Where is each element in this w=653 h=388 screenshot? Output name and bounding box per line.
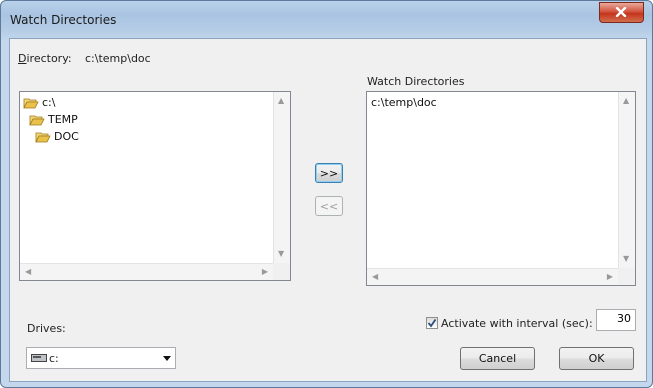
scroll-left-icon[interactable]: ◀ <box>372 273 378 281</box>
add-directory-button[interactable]: >> <box>315 163 343 183</box>
drives-selected-value: c: <box>49 352 59 365</box>
activate-interval-label: Activate with interval (sec): <box>441 317 593 330</box>
activate-interval-checkbox[interactable] <box>426 317 438 329</box>
tree-item-label: DOC <box>54 130 79 143</box>
tree-vertical-scrollbar[interactable]: ▲ ▼ <box>273 92 290 263</box>
tree-item-label: TEMP <box>48 113 78 126</box>
tree-item-root[interactable]: c:\ <box>23 96 55 109</box>
dialog-window: Watch Directories Directory: c:\temp\doc… <box>0 0 653 388</box>
dialog-client-area: Directory: c:\temp\doc c:\ TEMP DOC ▲ ▼ … <box>9 38 647 382</box>
scroll-corner <box>618 268 635 285</box>
list-horizontal-scrollbar[interactable]: ◀ ▶ <box>367 268 618 285</box>
scroll-right-icon[interactable]: ▶ <box>607 273 613 281</box>
directory-tree[interactable]: c:\ TEMP DOC ▲ ▼ ◀ ▶ <box>19 91 291 281</box>
open-folder-icon <box>23 98 39 108</box>
close-button[interactable] <box>599 2 644 23</box>
chevron-down-icon <box>163 356 171 361</box>
drive-icon <box>31 354 47 362</box>
close-icon <box>615 7 627 17</box>
remove-directory-button[interactable]: << <box>315 196 343 216</box>
open-folder-icon <box>35 132 51 142</box>
directory-value: c:\temp\doc <box>85 52 151 65</box>
tree-item-doc[interactable]: DOC <box>35 130 79 143</box>
drives-select[interactable]: c: <box>26 347 176 369</box>
scroll-down-icon[interactable]: ▼ <box>278 250 284 258</box>
ok-button[interactable]: OK <box>559 347 634 370</box>
list-vertical-scrollbar[interactable]: ▲ ▼ <box>618 92 635 268</box>
window-title: Watch Directories <box>10 13 117 27</box>
scroll-up-icon[interactable]: ▲ <box>278 97 284 105</box>
tree-horizontal-scrollbar[interactable]: ◀ ▶ <box>20 263 273 280</box>
cancel-button[interactable]: Cancel <box>460 347 535 370</box>
tree-item-temp[interactable]: TEMP <box>29 113 78 126</box>
scroll-corner <box>273 263 290 280</box>
scroll-left-icon[interactable]: ◀ <box>25 268 31 276</box>
interval-input[interactable]: 30 <box>596 309 636 331</box>
list-item[interactable]: c:\temp\doc <box>371 96 437 109</box>
check-mark-icon <box>427 318 437 328</box>
list-item-label: c:\temp\doc <box>371 96 437 109</box>
scroll-up-icon[interactable]: ▲ <box>623 97 629 105</box>
open-folder-icon <box>29 115 45 125</box>
watch-directories-heading: Watch Directories <box>367 75 465 88</box>
title-bar[interactable]: Watch Directories <box>1 1 652 37</box>
drives-label: Drives: <box>27 322 66 335</box>
scroll-right-icon[interactable]: ▶ <box>262 268 268 276</box>
directory-label: Directory: <box>18 52 72 65</box>
watch-directories-list[interactable]: c:\temp\doc ▲ ▼ ◀ ▶ <box>366 91 636 286</box>
scroll-down-icon[interactable]: ▼ <box>623 255 629 263</box>
tree-item-label: c:\ <box>42 96 56 109</box>
